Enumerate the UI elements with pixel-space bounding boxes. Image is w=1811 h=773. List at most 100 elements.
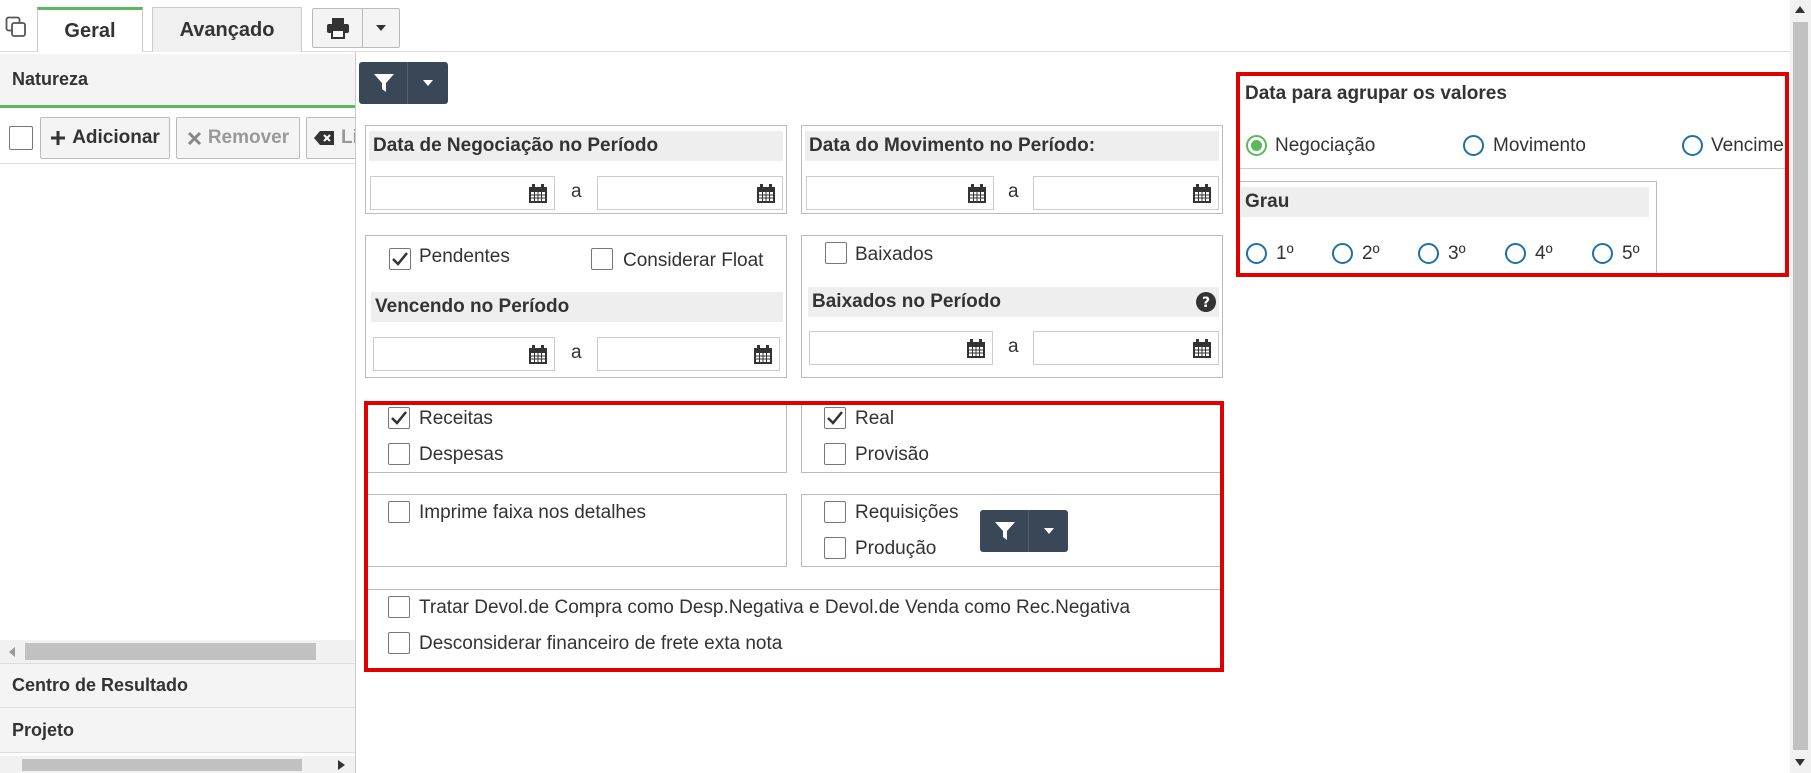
print-button[interactable]: [312, 8, 363, 48]
desconsiderar-frete-label: Desconsiderar financeiro de frete exta n…: [419, 633, 783, 654]
baixados-end-date[interactable]: [1033, 331, 1219, 365]
natureza-header[interactable]: Natureza: [0, 54, 355, 108]
remover-label: Remover: [207, 127, 290, 148]
baixados-box: Baixados Baixados no Período ? a: [801, 235, 1223, 378]
desconsiderar-frete-checkbox[interactable]: [388, 632, 410, 654]
grau-radio-3[interactable]: [1418, 243, 1439, 264]
real-checkbox[interactable]: [824, 407, 846, 429]
projeto-header[interactable]: Projeto: [0, 708, 355, 753]
chevron-down-icon: [376, 25, 386, 31]
agrupar-title: Data para agrupar os valores: [1245, 83, 1507, 104]
grau-radio-1[interactable]: [1246, 243, 1267, 264]
bottom-scrollbar[interactable]: [0, 756, 355, 773]
limpar-button[interactable]: Li: [306, 117, 355, 159]
calendar-icon[interactable]: [528, 184, 548, 204]
vencendo-start-date[interactable]: [373, 337, 555, 371]
copy-icon[interactable]: [5, 16, 27, 38]
receitas-label: Receitas: [419, 408, 493, 429]
imprime-faixa-checkbox[interactable]: [388, 501, 410, 523]
agrupar-label-negociacao: Negociação: [1275, 135, 1376, 156]
negociacao-end-date[interactable]: [597, 176, 783, 210]
considerar-float-checkbox[interactable]: [591, 248, 613, 270]
receitas-checkbox[interactable]: [388, 407, 410, 429]
vencendo-end-date[interactable]: [597, 337, 780, 371]
movimento-end-date[interactable]: [1033, 176, 1219, 210]
producao-label: Produção: [855, 538, 937, 559]
tab-avancado[interactable]: Avançado: [152, 7, 302, 52]
select-all-checkbox[interactable]: [9, 126, 33, 150]
real-label: Real: [855, 408, 895, 429]
calendar-icon[interactable]: [1192, 339, 1212, 359]
baixados-separator: a: [1008, 336, 1019, 357]
grau-label-1: 1º: [1276, 243, 1294, 264]
negociacao-start-date[interactable]: [370, 176, 555, 210]
print-dropdown-button[interactable]: [362, 8, 400, 48]
devolucao-divider: [368, 589, 1220, 590]
help-icon[interactable]: ?: [1195, 291, 1217, 313]
agrupar-label-vencimento: Vencime: [1711, 135, 1784, 156]
agrupar-radio-negociacao[interactable]: [1246, 135, 1267, 156]
check-icon: [391, 411, 407, 425]
chevron-down-icon: [423, 80, 433, 86]
baixados-label: Baixados: [855, 244, 934, 265]
movimento-start-date[interactable]: [806, 176, 994, 210]
despesas-label: Despesas: [419, 444, 504, 465]
svg-text:?: ?: [1202, 295, 1210, 311]
movimento-title: Data do Movimento no Período:: [805, 131, 1219, 161]
vencendo-title: Vencendo no Período: [371, 292, 783, 322]
centro-resultado-header[interactable]: Centro de Resultado: [0, 663, 355, 708]
remover-button[interactable]: Remover: [176, 117, 300, 159]
provisao-checkbox[interactable]: [824, 443, 846, 465]
natureza-scrollbar[interactable]: [0, 640, 355, 663]
pendentes-box: Pendentes Considerar Float Vencendo no P…: [365, 235, 787, 378]
movimento-title-text: Data do Movimento no Período:: [809, 135, 1096, 156]
despesas-checkbox[interactable]: [388, 443, 410, 465]
calendar-icon[interactable]: [1192, 184, 1212, 204]
agrupar-vencimento-clip: Vencime: [1711, 130, 1785, 162]
grau-radio-4[interactable]: [1505, 243, 1526, 264]
calendar-icon[interactable]: [528, 345, 548, 365]
grau-radio-2[interactable]: [1332, 243, 1353, 264]
scrollbar-thumb[interactable]: [1793, 22, 1808, 750]
grau-title: Grau: [1241, 187, 1649, 217]
agrupar-radio-movimento[interactable]: [1463, 135, 1484, 156]
natureza-toolbar: Adicionar Remover Li: [0, 112, 355, 164]
producao-filter-button[interactable]: [980, 510, 1068, 552]
filter-icon: [374, 74, 394, 92]
considerar-float-label: Considerar Float: [623, 250, 764, 271]
agrupar-label-movimento: Movimento: [1493, 135, 1586, 156]
backspace-icon: [314, 131, 334, 145]
pendentes-label: Pendentes: [419, 246, 510, 267]
negociacao-title: Data de Negociação no Período: [369, 131, 783, 161]
scroll-up-icon: [1795, 6, 1805, 13]
vencendo-separator: a: [571, 342, 582, 363]
tab-avancado-label: Avançado: [179, 18, 275, 41]
tab-geral[interactable]: Geral: [37, 7, 143, 53]
grau-label-3: 3º: [1448, 243, 1466, 264]
scroll-down-icon: [1795, 759, 1805, 766]
natureza-title: Natureza: [12, 69, 89, 89]
calendar-icon[interactable]: [753, 345, 773, 365]
adicionar-button[interactable]: Adicionar: [40, 117, 170, 159]
page-scrollbar[interactable]: [1790, 0, 1811, 773]
check-icon: [392, 252, 408, 266]
requisicoes-checkbox[interactable]: [824, 501, 846, 523]
calendar-icon[interactable]: [967, 184, 987, 204]
adicionar-label: Adicionar: [72, 127, 160, 148]
baixados-checkbox[interactable]: [825, 242, 847, 264]
agrupar-radio-vencimento[interactable]: [1682, 135, 1703, 156]
calendar-icon[interactable]: [966, 339, 986, 359]
scrollbar-thumb[interactable]: [25, 643, 316, 660]
negociacao-box: Data de Negociação no Período a: [365, 125, 787, 214]
baixados-start-date[interactable]: [809, 331, 993, 365]
grau-radio-5[interactable]: [1592, 243, 1613, 264]
producao-checkbox[interactable]: [824, 537, 846, 559]
grau-label-5: 5º: [1622, 243, 1640, 264]
calendar-icon[interactable]: [756, 184, 776, 204]
vencendo-title-text: Vencendo no Período: [375, 296, 570, 317]
projeto-title: Projeto: [12, 719, 75, 740]
pendentes-checkbox[interactable]: [389, 248, 411, 270]
scrollbar-thumb[interactable]: [22, 759, 302, 771]
tratar-devolucao-checkbox[interactable]: [388, 596, 410, 618]
filter-button[interactable]: [359, 62, 448, 104]
